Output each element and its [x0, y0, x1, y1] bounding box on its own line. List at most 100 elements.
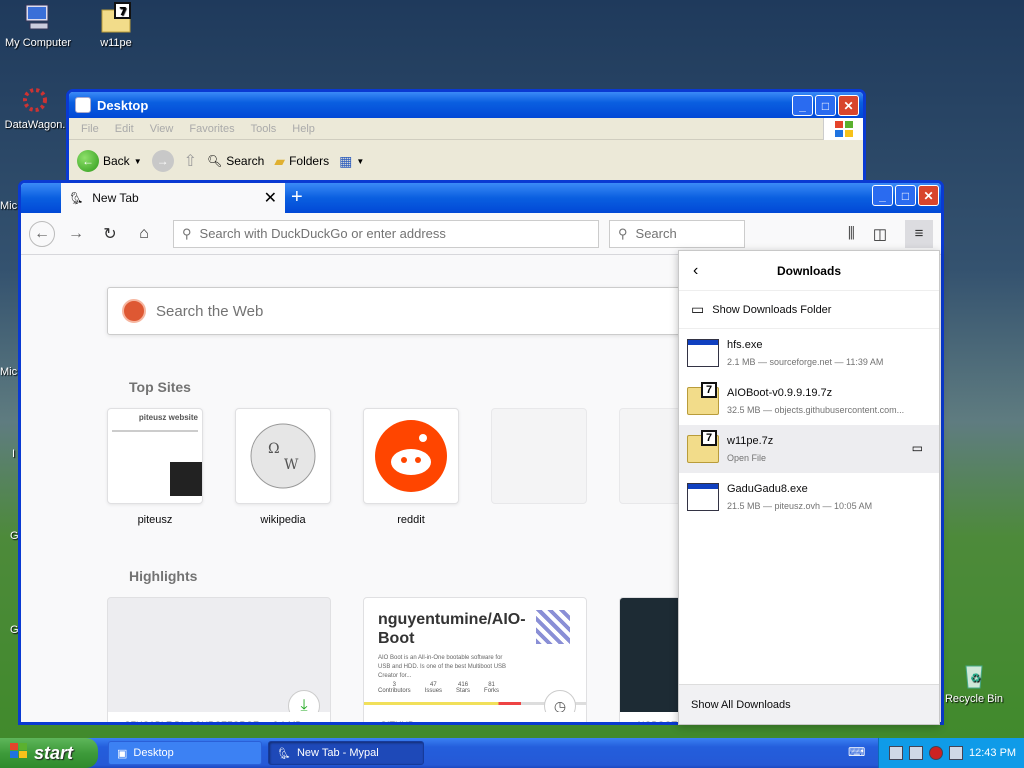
close-button[interactable]: ✕: [838, 95, 859, 116]
speaker-icon[interactable]: [949, 746, 963, 760]
download-name: w11pe.7z: [727, 435, 774, 447]
highlight-card[interactable]: ⤓ CFHCABLE.DL.SOURCEFORGE — 2.1 MB: [107, 597, 331, 722]
new-tab-button[interactable]: +: [291, 186, 303, 209]
views-button[interactable]: ▦ ▼: [339, 153, 364, 170]
show-downloads-folder[interactable]: ▭ Show Downloads Folder: [679, 291, 939, 329]
home-button[interactable]: ⌂: [131, 221, 157, 247]
folders-button[interactable]: ▰ Folders: [274, 153, 329, 170]
svg-text:7: 7: [119, 5, 127, 18]
downloads-header: ‹ Downloads: [679, 251, 939, 291]
url-bar[interactable]: ⚲ Search with DuckDuckGo or enter addres…: [173, 219, 599, 248]
tray-icon[interactable]: [889, 746, 903, 760]
desktop-icon-my-computer[interactable]: My Computer: [0, 2, 76, 49]
download-item[interactable]: 7 w11pe.7z Open File ▭: [679, 425, 939, 473]
clock[interactable]: 12:43 PM: [969, 747, 1016, 759]
tab-title: New Tab: [92, 191, 139, 205]
menu-favorites[interactable]: Favorites: [189, 123, 234, 135]
computer-icon: [22, 2, 54, 34]
highlight-card[interactable]: nguyentumine/AIO-Boot AIO Boot is an All…: [363, 597, 587, 722]
minimize-button[interactable]: _: [872, 185, 893, 206]
tray-icon[interactable]: [929, 746, 943, 760]
tab-new-tab[interactable]: 🦜︎ New Tab ✕: [61, 183, 285, 213]
download-item[interactable]: hfs.exe 2.1 MB — sourceforge.net — 11:39 …: [679, 329, 939, 377]
reload-button[interactable]: ↻: [97, 221, 123, 247]
top-site-wikipedia[interactable]: ΩW wikipedia: [235, 408, 331, 526]
menu-button[interactable]: ≡: [905, 219, 933, 248]
tray-icon[interactable]: [909, 746, 923, 760]
download-item[interactable]: 7 AIOBoot-v0.9.9.19.7z 32.5 MB — objects.…: [679, 377, 939, 425]
close-button[interactable]: ✕: [918, 185, 939, 206]
site-label: reddit: [397, 514, 425, 526]
explorer-icon: [75, 97, 91, 113]
menu-help[interactable]: Help: [292, 123, 315, 135]
menu-file[interactable]: File: [81, 123, 99, 135]
forward-button[interactable]: →: [151, 150, 174, 172]
back-button[interactable]: ←: [29, 220, 55, 247]
web-search-box[interactable]: Search the Web: [107, 287, 727, 335]
menu-view[interactable]: View: [150, 123, 174, 135]
download-name: GaduGadu8.exe: [727, 483, 808, 495]
explorer-toolbar: ← Back ▼ → ⇧ 🔍︎ Search ▰ Folders ▦ ▼: [69, 140, 863, 182]
desktop-icon-label: Recycle Bin: [944, 693, 1004, 705]
menu-tools[interactable]: Tools: [251, 123, 277, 135]
7z-archive-icon: 7: [100, 2, 132, 34]
views-icon: ▦: [339, 152, 353, 169]
show-all-downloads[interactable]: Show All Downloads: [679, 684, 939, 724]
datawagon-icon: [19, 84, 51, 116]
explorer-menubar: File Edit View Favorites Tools Help: [69, 118, 863, 140]
desktop-icon-partial[interactable]: Mic: [0, 200, 20, 212]
sidebar-icon[interactable]: ◫: [873, 225, 887, 243]
search-bar[interactable]: ⚲ Search: [609, 219, 745, 248]
keyboard-icon[interactable]: ⌨: [848, 745, 865, 759]
maximize-button[interactable]: □: [815, 95, 836, 116]
forward-button[interactable]: →: [63, 221, 89, 247]
svg-text:Ω: Ω: [268, 441, 280, 457]
window-title: Desktop: [97, 97, 149, 113]
up-folder-icon: ⇧: [183, 153, 198, 170]
taskbar-item-desktop[interactable]: ▣ Desktop: [108, 741, 262, 765]
taskbar-item-mypal[interactable]: 🦜︎ New Tab - Mypal: [268, 741, 424, 765]
tab-bar: 🦜︎ New Tab ✕ + _ □ ✕: [21, 183, 941, 213]
desktop-icon-label: My Computer: [4, 37, 72, 49]
duckduckgo-icon: [122, 299, 146, 323]
search-icon: ⚲: [182, 225, 192, 241]
close-tab-icon[interactable]: ✕: [264, 188, 277, 208]
explorer-titlebar[interactable]: Desktop _ □ ✕: [69, 92, 863, 118]
minimize-button[interactable]: _: [792, 95, 813, 116]
start-button[interactable]: start: [0, 738, 98, 768]
exe-file-icon: [687, 339, 719, 367]
desktop-icon-datawagon[interactable]: DataWagon.: [0, 84, 73, 131]
folder-icon: ▭: [691, 301, 705, 317]
highlight-title: nguyentumine/AIO-Boot: [378, 611, 526, 647]
open-folder-icon[interactable]: ▭: [912, 441, 923, 455]
menu-edit[interactable]: Edit: [115, 123, 134, 135]
up-folder-button[interactable]: ⇧: [184, 151, 197, 171]
search-button[interactable]: 🔍︎ Search: [207, 154, 264, 168]
recycle-bin-icon: ♻: [958, 658, 990, 690]
maximize-button[interactable]: □: [895, 185, 916, 206]
system-tray: 12:43 PM: [878, 738, 1024, 768]
desktop-icon-recycle-bin[interactable]: ♻ Recycle Bin: [936, 658, 1012, 705]
search-icon: 🔍︎: [207, 154, 223, 168]
search-placeholder: Search: [635, 226, 677, 241]
taskbar: start ▣ Desktop 🦜︎ New Tab - Mypal ⌨ 12:…: [0, 738, 1024, 768]
top-site-reddit[interactable]: reddit: [363, 408, 459, 526]
highlight-source: CFHCABLE.DL.SOURCEFORGE — 2.1 MB: [108, 712, 330, 722]
library-icon[interactable]: ⫼: [848, 225, 855, 242]
back-arrow-icon: ←: [77, 150, 99, 172]
download-meta: Open File: [727, 453, 767, 463]
search-icon: ⚲: [618, 225, 628, 241]
back-arrow-icon[interactable]: ‹: [693, 262, 698, 280]
svg-text:♻: ♻: [970, 671, 981, 685]
wikipedia-icon: ΩW: [235, 408, 331, 504]
exe-file-icon: [687, 483, 719, 511]
desktop-icon-partial[interactable]: Mic: [0, 366, 20, 378]
top-site-empty[interactable]: [491, 408, 587, 504]
downloads-title: Downloads: [776, 263, 841, 278]
highlights-title: Highlights: [129, 568, 198, 584]
desktop-icon-w11pe[interactable]: 7 w11pe: [78, 2, 154, 49]
web-search-placeholder: Search the Web: [156, 302, 264, 320]
top-site-piteusz[interactable]: piteusz website piteusz: [107, 408, 203, 526]
download-item[interactable]: GaduGadu8.exe 21.5 MB — piteusz.ovh — 10:…: [679, 473, 939, 521]
back-button[interactable]: ← Back ▼: [77, 150, 142, 172]
